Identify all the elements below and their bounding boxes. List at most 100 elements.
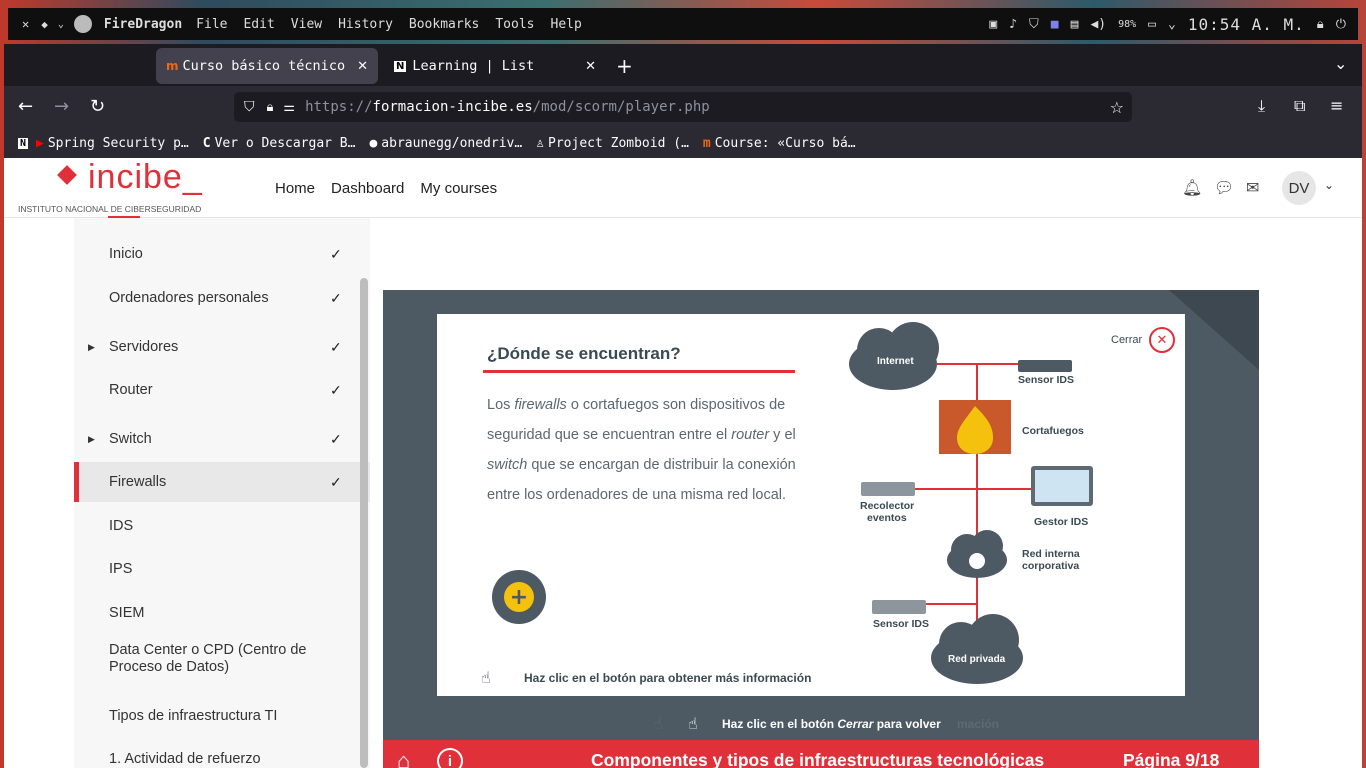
tab-learning-list[interactable]: N Learning | List ✕ xyxy=(384,48,606,84)
pointer-hand-icon: ☝ xyxy=(481,668,491,687)
label-red-interna-1: Red interna xyxy=(1022,548,1080,560)
info-icon[interactable]: i xyxy=(437,748,463,768)
nav-my-courses[interactable]: My courses xyxy=(420,180,497,197)
sidebar-item-tipos-infraestructura[interactable]: Tipos de infraestructura TI xyxy=(74,696,370,736)
sidebar-item-servidores[interactable]: ▶ Servidores ✓ xyxy=(74,327,370,367)
sidebar-item-actividad-refuerzo[interactable]: 1. Actividad de refuerzo xyxy=(74,739,370,768)
menu-icon[interactable]: ≡ xyxy=(1330,96,1343,115)
menu-item-view[interactable]: View xyxy=(283,17,330,32)
messages-icon[interactable]: 💬︎ xyxy=(1214,178,1234,197)
label-internet: Internet xyxy=(877,356,914,367)
permissions-icon[interactable]: ⚌ xyxy=(283,100,295,115)
sidebar-item-label: 1. Actividad de refuerzo xyxy=(109,751,261,767)
lock-icon[interactable]: 🔒︎ xyxy=(1317,17,1324,32)
volume-icon[interactable]: ◀) xyxy=(1090,17,1106,32)
close-tab-icon[interactable]: ✕ xyxy=(585,59,596,74)
site-logo[interactable]: incibe_ xyxy=(88,158,203,197)
plus-icon: + xyxy=(504,582,534,612)
clock[interactable]: 10:54 A. M. xyxy=(1188,15,1305,34)
chevron-down-icon[interactable]: ⌄ xyxy=(58,19,64,30)
cpu-icon[interactable]: ▣ xyxy=(989,17,997,32)
logo-subtitle: INSTITUTO NACIONAL DE CIBERSEGURIDAD xyxy=(18,204,202,214)
extensions-icon[interactable]: ⧉ xyxy=(1294,96,1305,116)
more-info-button[interactable]: + xyxy=(492,570,546,624)
user-menu-chevron-icon[interactable]: ⌄ xyxy=(1324,178,1334,192)
new-tab-button[interactable]: + xyxy=(616,54,633,78)
sidebar-item-firewalls[interactable]: Firewalls ✓ xyxy=(74,462,370,502)
app-name: FireDragon xyxy=(103,16,183,32)
app-menu: File Edit View History Bookmarks Tools Help xyxy=(188,17,590,32)
bookmark-label: Ver o Descargar B… xyxy=(214,135,356,151)
url-bar[interactable]: ⛉ 🔒︎ ⚌ https:// formacion-incibe.es /mod… xyxy=(234,92,1132,122)
sidebar-item-label: Tipos de infraestructura TI xyxy=(109,708,278,724)
check-icon: ✓ xyxy=(330,381,342,398)
menu-item-help[interactable]: Help xyxy=(543,17,590,32)
display-icon[interactable]: ▭ xyxy=(1148,17,1156,32)
shield-icon[interactable]: ⛉ xyxy=(1029,17,1039,32)
title-underline xyxy=(483,370,795,373)
close-tab-icon[interactable]: ✕ xyxy=(357,59,368,74)
forward-button[interactable]: → xyxy=(54,96,69,117)
sidebar-item-inicio[interactable]: Inicio ✓ xyxy=(74,234,370,274)
sidebar-item-ordenadores[interactable]: Ordenadores personales ✓ xyxy=(74,278,370,318)
menu-item-bookmarks[interactable]: Bookmarks xyxy=(401,17,487,32)
downloads-icon[interactable]: ⤓ xyxy=(1258,96,1265,116)
lock-icon[interactable]: 🔒︎ xyxy=(267,100,274,115)
bell-icon[interactable]: ♪ xyxy=(1009,17,1017,32)
bookmark-item[interactable]: ♙ Project Zomboid (… xyxy=(536,136,689,151)
shield-icon[interactable]: ⛉ xyxy=(244,99,255,115)
slide-title: Componentes y tipos de infraestructuras … xyxy=(591,750,1045,768)
tab-strip: m Curso básico técnico ✕ N Learning | Li… xyxy=(4,44,1362,86)
pointer-hand-icon: ☝ xyxy=(688,714,698,733)
clipboard-icon[interactable]: ▤ xyxy=(1071,17,1079,32)
bookmark-item[interactable]: m Course: «Curso bá… xyxy=(703,136,856,151)
sidebar-item-data-center[interactable]: Data Center o CPD (Centro de Proceso de D… xyxy=(74,642,370,686)
course-sidebar: Inicio ✓ Ordenadores personales ✓ ▶ Servido… xyxy=(74,218,370,768)
sidebar-item-siem[interactable]: SIEM xyxy=(74,593,370,633)
sidebar-item-ips[interactable]: IPS xyxy=(74,549,370,589)
menu-item-tools[interactable]: Tools xyxy=(487,17,542,32)
reload-button[interactable]: ↻ xyxy=(90,96,105,117)
close-icon[interactable]: ✕ xyxy=(22,17,29,31)
teams-icon[interactable]: ■ xyxy=(1051,17,1059,32)
pin-icon[interactable]: ◆ xyxy=(41,18,48,31)
caret-right-icon[interactable]: ▶ xyxy=(88,342,95,353)
menu-item-history[interactable]: History xyxy=(330,17,401,32)
sidebar-item-switch[interactable]: ▶ Switch ✓ xyxy=(74,419,370,459)
primary-navigation: Home Dashboard My courses xyxy=(275,180,497,197)
caret-right-icon[interactable]: ▶ xyxy=(88,434,95,445)
menu-item-file[interactable]: File xyxy=(188,17,235,32)
bookmark-star-icon[interactable]: ☆ xyxy=(1110,98,1124,117)
home-icon[interactable]: ⌂ xyxy=(397,748,410,768)
bookmark-item[interactable]: ▶ Spring Security p… xyxy=(36,136,189,151)
sidebar-item-ids[interactable]: IDS xyxy=(74,506,370,546)
sidebar-scrollbar[interactable] xyxy=(360,278,368,768)
check-icon: ✓ xyxy=(330,245,342,262)
notification-bell-icon[interactable]: 🔔︎ xyxy=(1182,178,1202,197)
nav-home[interactable]: Home xyxy=(275,180,315,197)
bookmark-item[interactable]: C Ver o Descargar B… xyxy=(203,136,356,151)
moodle-icon: m xyxy=(166,59,179,73)
url-domain: formacion-incibe.es xyxy=(372,99,533,115)
bookmark-item[interactable]: ● abraunegg/onedriv… xyxy=(369,136,522,151)
back-button[interactable]: ← xyxy=(18,96,33,117)
mail-icon[interactable]: ✉ xyxy=(1246,178,1259,197)
list-tabs-icon[interactable]: ⌄ xyxy=(1334,54,1347,73)
notion-icon: N xyxy=(394,60,407,72)
chevron-down-icon[interactable]: ⌄ xyxy=(1168,17,1176,32)
sidebar-item-router[interactable]: Router ✓ xyxy=(74,370,370,410)
nav-dashboard[interactable]: Dashboard xyxy=(331,180,404,197)
user-avatar[interactable]: DV xyxy=(1282,171,1316,205)
system-menubar: ✕ ◆ ⌄ FireDragon File Edit View History Book… xyxy=(8,8,1358,40)
firedragon-logo-icon xyxy=(73,15,92,33)
notion-icon[interactable]: N xyxy=(18,137,29,149)
battery-indicator[interactable]: 98% xyxy=(1118,19,1136,30)
tab-curso[interactable]: m Curso básico técnico ✕ xyxy=(156,48,378,84)
bookmark-label: Course: «Curso bá… xyxy=(714,135,856,151)
power-icon[interactable]: ⏻ xyxy=(1336,17,1346,32)
menu-item-edit[interactable]: Edit xyxy=(235,17,282,32)
close-popup-button[interactable]: ✕ xyxy=(1149,327,1175,353)
sidebar-item-label-line2: Proceso de Datos) xyxy=(109,659,230,675)
behind-pointer-icon: ☝ xyxy=(653,714,663,733)
sidebar-item-label: IPS xyxy=(109,561,133,577)
